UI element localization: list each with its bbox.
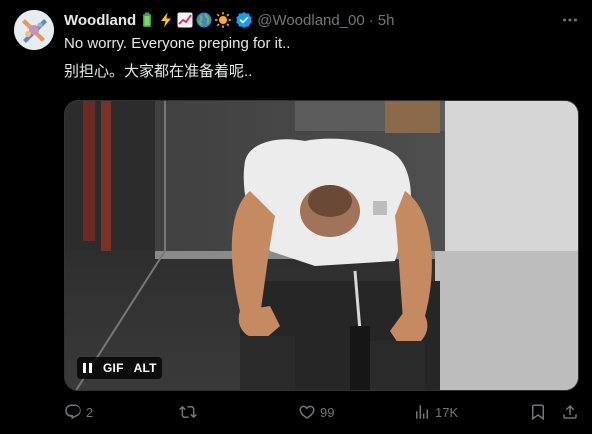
repost-button[interactable] (179, 400, 201, 424)
analytics-bars-icon (416, 405, 428, 419)
bookmark-icon (532, 404, 544, 421)
header-separator: · (368, 11, 374, 29)
views-count: 17K (435, 404, 459, 420)
share-upload-icon (563, 404, 577, 419)
repost-icon (179, 405, 197, 419)
like-button[interactable]: 99 (298, 400, 334, 424)
tweet-text-line-2: 别担心。大家都在准备着呢.. (64, 63, 253, 80)
views-button[interactable]: 17K (413, 400, 458, 424)
verified-badge-icon (235, 11, 253, 29)
tweet-text-line-1: No worry. Everyone preping for it.. (64, 35, 291, 52)
alt-text-button[interactable]: ALT (129, 357, 162, 379)
author-display-name[interactable]: Woodland (64, 12, 136, 29)
lightning-emoji-icon (158, 12, 174, 28)
chart-up-emoji-icon (177, 12, 193, 28)
pause-icon (83, 363, 92, 373)
battery-emoji-icon (139, 12, 155, 28)
gif-badge[interactable]: GIF (98, 357, 129, 379)
share-button[interactable] (561, 400, 579, 424)
more-options-button[interactable] (560, 10, 580, 30)
author-handle[interactable]: @Woodland_00 (257, 12, 365, 29)
sun-emoji-icon (215, 12, 232, 28)
tweet-timestamp[interactable]: 5h (378, 12, 395, 29)
bookmark-button[interactable] (529, 400, 547, 424)
heart-icon (299, 405, 315, 419)
reply-button[interactable]: 2 (64, 400, 93, 424)
avatar[interactable] (14, 10, 54, 50)
reply-icon (65, 404, 81, 420)
tweet-actions: 2 99 17K (64, 400, 584, 424)
avatar-illustration-icon (14, 10, 54, 50)
tweet-header: Woodland @Woodland_00 · 5h (64, 10, 394, 30)
gif-media[interactable] (64, 100, 579, 391)
globe-emoji-icon (196, 12, 212, 28)
pause-button[interactable] (77, 357, 98, 379)
gif-frame-illustration (65, 101, 578, 390)
tweet-card[interactable]: Woodland @Woodland_00 · 5h No worry. Eve… (0, 0, 592, 434)
reply-count: 2 (86, 404, 94, 420)
media-badges: GIF ALT (77, 357, 162, 379)
like-count: 99 (320, 404, 335, 420)
more-dots-icon (563, 18, 577, 22)
